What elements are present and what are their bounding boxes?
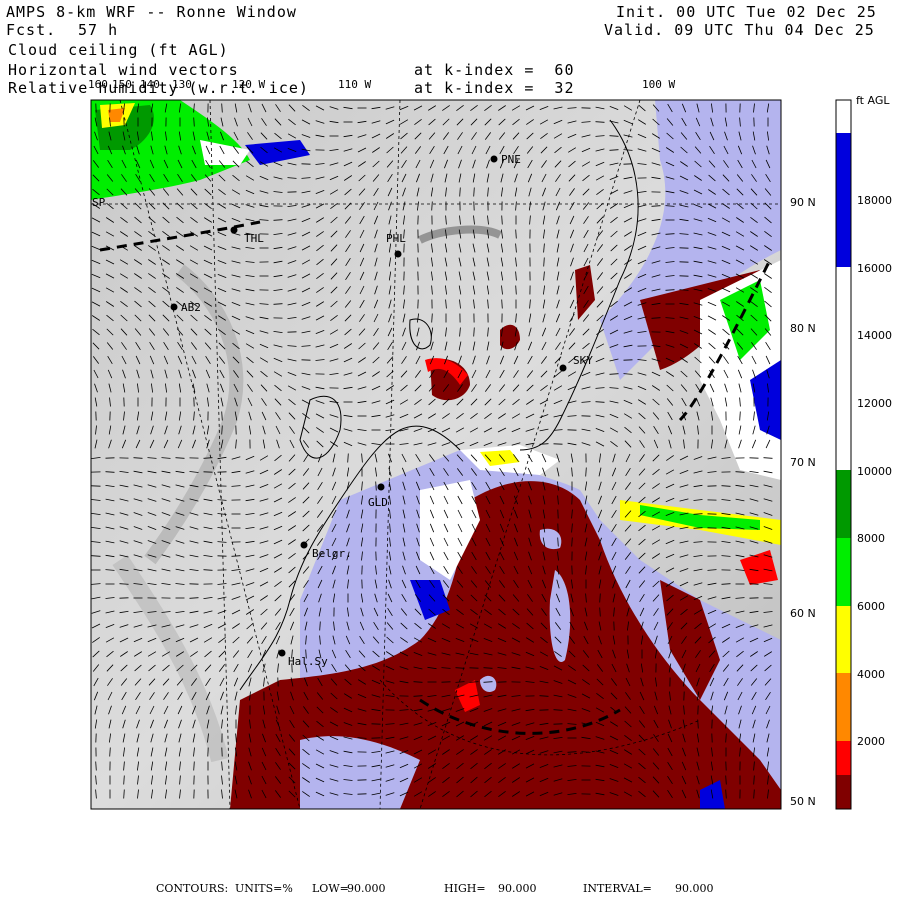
colorbar-segment [836,741,851,775]
station-dot [490,155,498,163]
colorbar-tick: 12000 [857,397,892,410]
colorbar-tick: 16000 [857,262,892,275]
map-canvas [90,99,852,810]
station-dot [559,364,567,372]
station-dot [278,649,286,657]
colorbar-unit: ft AGL [856,94,890,107]
station-dot [170,303,178,311]
footer-contours: CONTOURS: [156,882,229,895]
colorbar-segment [836,606,851,673]
station-label: PNE [501,153,521,166]
station-label: Belgr. [312,547,352,560]
colorbar-tick: 18000 [857,194,892,207]
footer-interval-value: 90.000 [675,882,714,895]
colorbar-tick: 4000 [857,668,885,681]
colorbar-segment [836,775,851,809]
footer-low-label: LOW= [312,882,349,895]
lat-label: 50 N [790,795,816,808]
station-dot [377,483,385,491]
footer-low-value: 90.000 [347,882,386,895]
footer-high-label: HIGH= [444,882,486,895]
colorbar-tick: 10000 [857,465,892,478]
lat-label: 60 N [790,607,816,620]
colorbar-tick: 2000 [857,735,885,748]
colorbar-tick: 14000 [857,329,892,342]
footer-interval-label: INTERVAL= [583,882,652,895]
footer-high-value: 90.000 [498,882,537,895]
lat-label: 80 N [790,322,816,335]
lat-label: 70 N [790,456,816,469]
colorbar-segment [836,267,851,470]
lat-label: 90 N [790,196,816,209]
station-label: AB2 [181,301,201,314]
station-label: PHL [386,232,406,245]
station-dot [394,250,402,258]
station-label: GLD [368,496,388,509]
colorbar-segment [836,133,851,267]
colorbar-segment [836,470,851,538]
station-label: Hal.Sy [288,655,328,668]
colorbar [835,99,852,810]
colorbar-segment [836,673,851,741]
colorbar-segment [836,538,851,606]
station-label: SP [92,196,106,209]
station-label: THL [244,232,264,245]
colorbar-tick: 6000 [857,600,885,613]
station-label: SKY [573,354,593,367]
station-dot [300,541,308,549]
colorbar-tick: 8000 [857,532,885,545]
colorbar-segment [836,100,851,133]
footer-units: UNITS=% [235,882,293,895]
station-dot [230,226,238,234]
